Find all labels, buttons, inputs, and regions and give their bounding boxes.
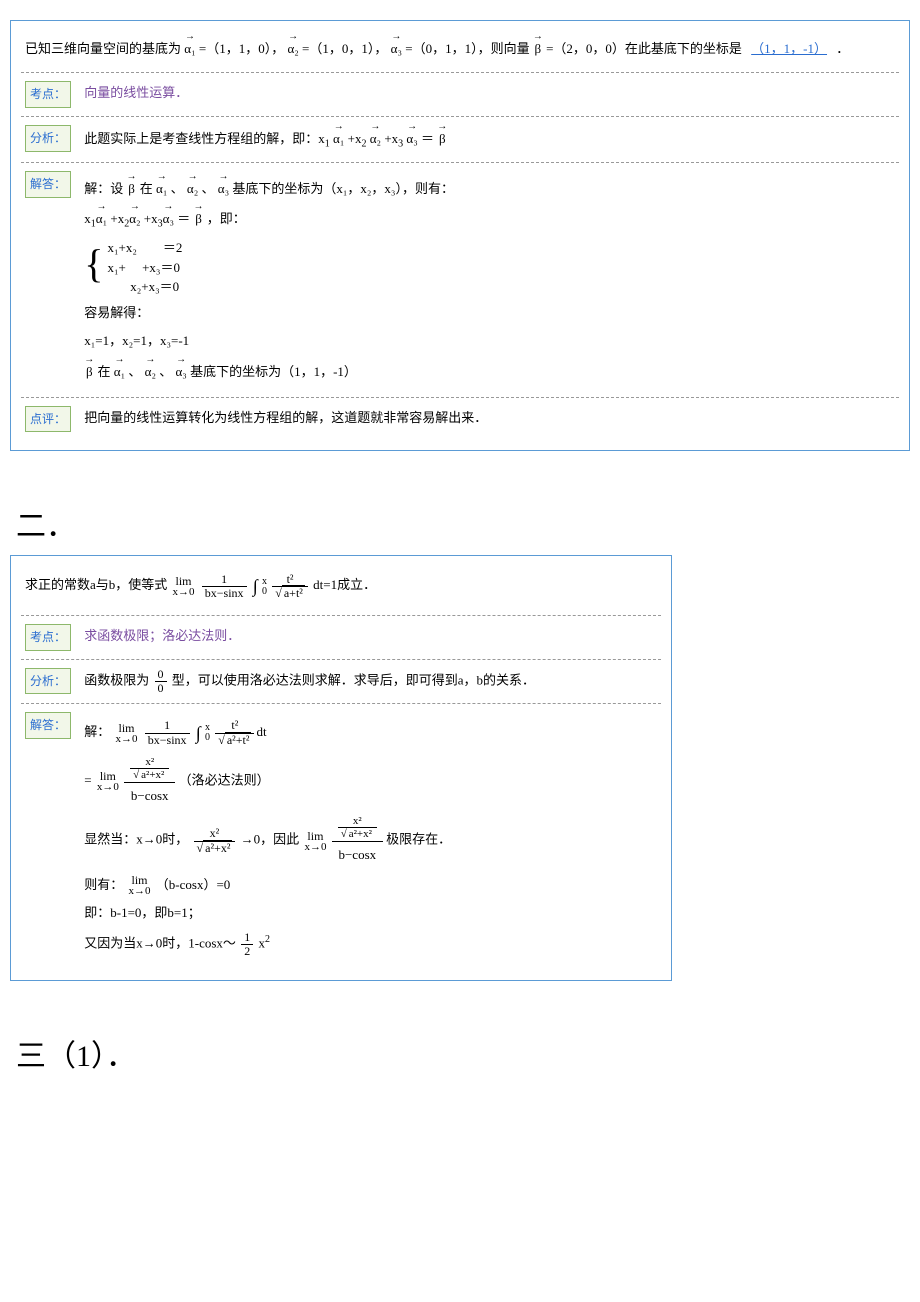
- fenxi-body: 函数极限为 0 0 型，可以使用洛必达法则求解．求导后，即可得到a，b的关系．: [84, 668, 646, 695]
- vec-a3: →α₃: [391, 35, 402, 60]
- jieda-body: 解：设 →β 在 →α₁ 、 →α₂ 、 →α₃ 基底下的坐标为（x₁，x₂，x…: [84, 171, 884, 389]
- brace-icon: {: [84, 238, 103, 297]
- kaodian-text: 求函数极限；洛必达法则．: [84, 624, 646, 649]
- p2-kaodian-row: 考点： 求函数极限；洛必达法则．: [21, 615, 661, 659]
- p1-a1-val: =（1，1，0），: [199, 41, 284, 56]
- p1-beta-val: =（2，0，0）在此基底下的坐标是: [546, 41, 742, 56]
- vec-a1: →α₁: [184, 35, 195, 60]
- p1-fenxi-row: 分析： 此题实际上是考查线性方程组的解，即：x1 →α₁ +x2 →α₂ +x3…: [21, 116, 899, 162]
- problem-2-box: 求正的常数a与b，使等式 lim x→0 1 bx−sinx ∫ x 0 t² …: [10, 555, 672, 981]
- p1-kaodian-row: 考点： 向量的线性运算．: [21, 72, 899, 116]
- lim-expr: lim x→0: [173, 575, 195, 598]
- heading-3: 三（1）．: [10, 1011, 910, 1085]
- p1-answer-blank: （1，1，-1）: [745, 41, 833, 56]
- p1-q-prefix: 已知三维向量空间的基底为: [25, 41, 181, 56]
- p1-a3-val: =（0，1，1），则向量: [405, 41, 529, 56]
- vec-a2: →α₂: [287, 35, 298, 60]
- integral-icon: ∫: [253, 570, 258, 602]
- p2-jieda-row: 解答： 解： lim x→0 1 bx−sinx ∫ x 0 t²: [21, 703, 661, 970]
- kaodian-text: 向量的线性运算．: [84, 81, 884, 106]
- p1-jieda-row: 解答： 解：设 →β 在 →α₁ 、 →α₂ 、 →α₃ 基底下的坐标为（x₁，…: [21, 162, 899, 397]
- kaodian-label: 考点：: [25, 624, 71, 651]
- fenxi-body: 此题实际上是考查线性方程组的解，即：x1 →α₁ +x2 →α₂ +x3 →α₃…: [84, 125, 884, 154]
- fenxi-label: 分析：: [25, 668, 71, 695]
- p1-question: 已知三维向量空间的基底为 →α₁ =（1，1，0）， →α₂ =（1，0，1），…: [21, 29, 899, 72]
- p2-question: 求正的常数a与b，使等式 lim x→0 1 bx−sinx ∫ x 0 t² …: [21, 564, 661, 614]
- p1-dianping-row: 点评： 把向量的线性运算转化为线性方程组的解，这道题就非常容易解出来．: [21, 397, 899, 441]
- equation-system: { x₁+x₂ ＝2 x₁+ +x₃＝0 x₂+x₃＝0: [84, 238, 884, 297]
- problem-1-box: 已知三维向量空间的基底为 →α₁ =（1，1，0）， →α₂ =（1，0，1），…: [10, 20, 910, 451]
- heading-2: 二．: [10, 481, 910, 555]
- jieda-label: 解答：: [25, 171, 71, 198]
- kaodian-label: 考点：: [25, 81, 71, 108]
- jieda-label: 解答：: [25, 712, 71, 739]
- jieda-body: 解： lim x→0 1 bx−sinx ∫ x 0 t² √a²+t² dt: [84, 712, 646, 962]
- vec-beta: →β: [533, 35, 543, 60]
- p1-period: ．: [836, 41, 849, 56]
- dianping-text: 把向量的线性运算转化为线性方程组的解，这道题就非常容易解出来．: [84, 406, 884, 431]
- fenxi-label: 分析：: [25, 125, 71, 152]
- p1-a2-val: =（1，0，1），: [302, 41, 387, 56]
- p2-fenxi-row: 分析： 函数极限为 0 0 型，可以使用洛必达法则求解．求导后，即可得到a，b的…: [21, 659, 661, 703]
- dianping-label: 点评：: [25, 406, 71, 433]
